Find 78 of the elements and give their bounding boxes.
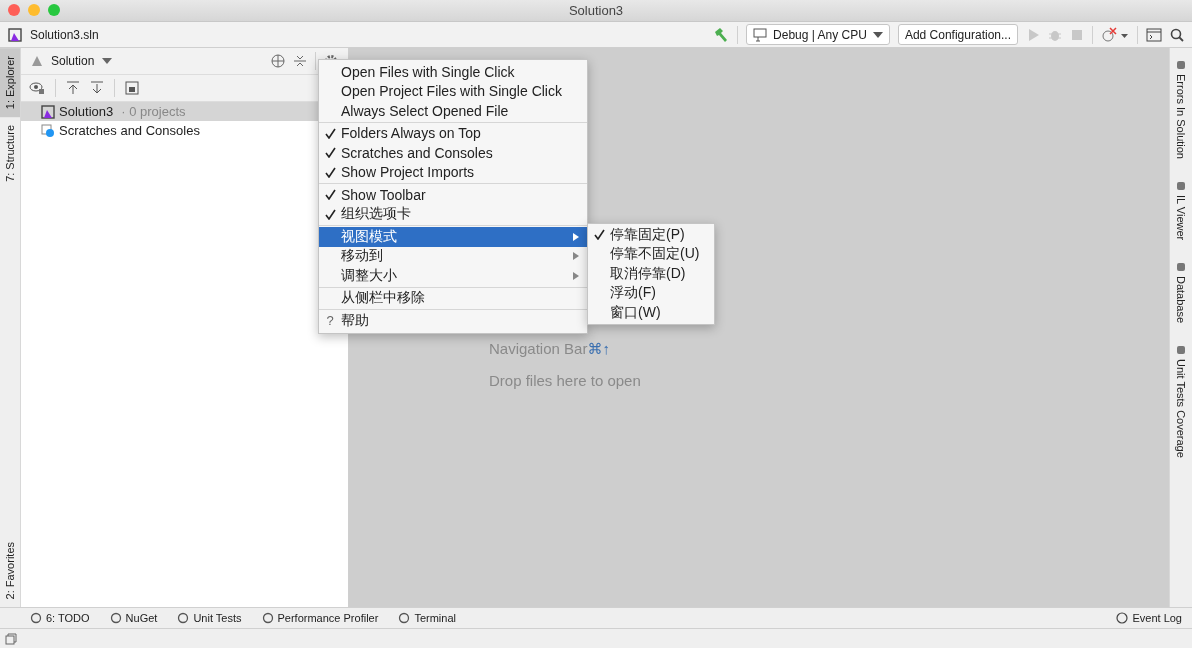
tool-window-tab[interactable]: NuGet [109, 612, 158, 624]
tool-icon [1176, 262, 1186, 273]
menu-item[interactable]: Always Select Opened File [319, 101, 587, 121]
menu-item[interactable]: 停靠固定(P) [588, 225, 714, 245]
menu-item[interactable]: Open Project Files with Single Click [319, 81, 587, 101]
tool-window-tab[interactable]: Terminal [398, 612, 456, 624]
caret-icon [872, 31, 883, 38]
configuration-dropdown[interactable]: Debug | Any CPU [746, 24, 890, 45]
help-icon: ? [326, 313, 334, 329]
tool-icon [1176, 60, 1186, 70]
tool-icon [398, 612, 411, 624]
menu-item[interactable]: 停靠不固定(U) [588, 244, 714, 264]
check-icon [324, 189, 336, 201]
submenu-arrow-icon [573, 252, 579, 261]
windows-icon[interactable] [5, 632, 17, 645]
editor-hint: Navigation Bar⌘↑ [489, 340, 611, 358]
balloon-icon [1116, 612, 1129, 624]
tree-item[interactable]: Solution3 · 0 projects [21, 102, 319, 121]
side-tab[interactable]: 2: Favorites [0, 533, 20, 607]
check-icon [324, 147, 336, 159]
eye-icon[interactable] [29, 81, 45, 95]
side-tab[interactable]: Unit Tests Coverage [1175, 345, 1187, 459]
side-tab[interactable]: Database [1175, 262, 1187, 324]
menu-item[interactable]: Folders Always on Top [319, 123, 587, 143]
solution-icon [31, 55, 43, 67]
menu-item[interactable]: 浮动(F) [588, 283, 714, 303]
tool-icon [1176, 345, 1186, 356]
menu-item[interactable]: 组织选项卡 [319, 204, 587, 224]
menu-item[interactable]: 移动到 [319, 246, 587, 266]
menu-item[interactable]: ? 帮助 [319, 311, 587, 331]
solution-icon [41, 104, 55, 119]
upload-icon[interactable] [66, 81, 80, 95]
download-icon[interactable] [90, 81, 104, 95]
menu-item[interactable]: 调整大小 [319, 266, 587, 286]
collapse-icon[interactable] [293, 54, 307, 68]
chart-icon[interactable] [125, 81, 139, 95]
scratch-icon [41, 123, 55, 138]
menu-item[interactable]: 取消停靠(D) [588, 264, 714, 284]
side-tab[interactable]: 7: Structure [0, 117, 20, 191]
window-title: Solution3 [568, 3, 624, 18]
menu-item[interactable]: Show Toolbar [319, 185, 587, 205]
event-log-tab[interactable]: Event Log [1116, 612, 1182, 624]
menu-item[interactable]: Show Project Imports [319, 162, 587, 182]
check-icon [324, 208, 336, 220]
editor-hint: Drop files here to open [489, 372, 642, 389]
search-icon[interactable] [1170, 27, 1184, 42]
menu-item[interactable]: 窗口(W) [588, 303, 714, 323]
locate-icon[interactable] [271, 54, 285, 68]
side-tab[interactable]: IL Viewer [1175, 181, 1187, 241]
close-button[interactable] [8, 4, 20, 16]
side-tab[interactable]: Errors In Solution [1175, 60, 1187, 159]
menu-item[interactable]: 从侧栏中移除 [319, 288, 587, 308]
terminal-icon[interactable] [1146, 27, 1162, 42]
tool-window-tab[interactable]: Unit Tests [177, 612, 242, 624]
menu-item[interactable]: Scratches and Consoles [319, 143, 587, 163]
tool-window-tab[interactable]: 6: TODO [30, 612, 90, 624]
submenu-arrow-icon [573, 232, 579, 241]
menu-item[interactable]: Open Files with Single Click [319, 62, 587, 82]
hammer-icon[interactable] [713, 26, 730, 43]
menu-item[interactable]: 视图模式 [319, 227, 587, 247]
submenu-arrow-icon [573, 271, 579, 280]
file-name[interactable]: Solution3.sln [30, 27, 99, 42]
tree-item[interactable]: Scratches and Consoles [21, 121, 319, 140]
tool-icon [261, 612, 274, 624]
tool-icon [1176, 181, 1186, 191]
caret-icon[interactable] [102, 58, 113, 64]
tool-icon [30, 612, 42, 624]
tool-window-tab[interactable]: Performance Profiler [261, 612, 379, 624]
solution-icon [8, 27, 22, 42]
view-dropdown[interactable]: Solution [51, 54, 95, 68]
check-icon [593, 229, 605, 241]
side-tab[interactable]: 1: Explorer [0, 48, 20, 118]
configuration-icon [753, 27, 768, 42]
check-icon [324, 127, 336, 139]
add-configuration-button[interactable]: Add Configuration... [897, 24, 1018, 45]
tool-icon [177, 612, 190, 624]
check-icon [324, 166, 336, 178]
tool-icon [109, 612, 122, 624]
